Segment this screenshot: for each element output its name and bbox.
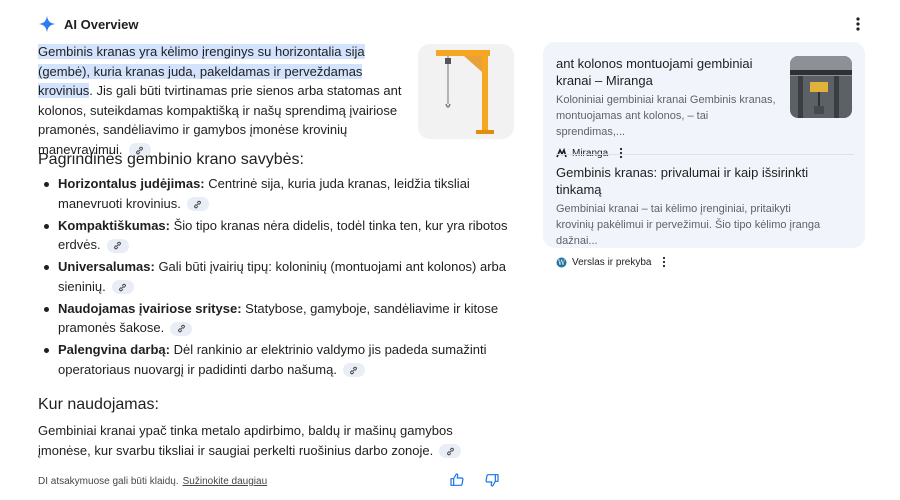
list-item: Palengvina darbą: Dėl rankinio ar elektr… [38, 340, 516, 379]
bullet [44, 348, 49, 353]
thumbs-down-icon[interactable] [484, 472, 500, 488]
sparkle-icon [38, 15, 56, 33]
list-item: Horizontalus judėjimas: Centrinė sija, k… [38, 174, 516, 213]
list-item: Naudojamas įvairiose srityse: Statybose,… [38, 299, 516, 338]
source-site: W Verslas ir prekyba [556, 256, 854, 268]
source-title[interactable]: ant kolonos montuojami gembiniai kranai … [556, 55, 778, 89]
thumbs-up-icon[interactable] [449, 472, 465, 488]
list-item: Kompaktiškumas: Šio tipo kranas nėra did… [38, 216, 516, 255]
source-snippet: Gembiniai kranai – tai kėlimo įrenginiai… [556, 203, 821, 247]
features-list: Horizontalus judėjimas: Centrinė sija, k… [38, 174, 516, 382]
bullet [44, 306, 49, 312]
feature-term: Naudojamas įvairiose srityse: [58, 300, 242, 316]
jib-crane-image [436, 50, 494, 134]
source-site-name: Miranga [572, 147, 609, 159]
crane-image-thumbnail[interactable] [418, 44, 514, 139]
source-site-name: Verslas ir prekyba [572, 256, 652, 268]
bullet [44, 265, 49, 270]
citation-link-chip[interactable] [111, 280, 134, 295]
link-icon [350, 366, 358, 374]
citation-link-chip[interactable] [186, 197, 209, 212]
intro-paragraph: Gembinis kranas yra kėlimo įrenginys su … [38, 42, 403, 159]
feature-term: Universalumas: [58, 259, 155, 274]
source-card[interactable]: Gembinis kranas: privalumai ir kaip išsi… [556, 164, 854, 268]
feature-term: Palengvina darbą: [58, 342, 170, 357]
intro-rest: . Jis gali būti tvirtinamas prie sienos … [38, 83, 402, 157]
feature-term: Kompaktiškumas: [58, 217, 170, 233]
features-heading: Pagrindinės gembinio krano savybės: [38, 151, 304, 168]
learn-more-link[interactable]: Sužinokite daugiau [183, 476, 268, 487]
link-icon [446, 447, 454, 455]
list-item: Universalumas: Gali būti įvairių tipų: k… [38, 257, 516, 296]
ai-overview-header: AI Overview [38, 14, 138, 34]
feature-term: Horizontalus judėjimas: [58, 176, 205, 191]
sources-panel: ant kolonos montuojami gembiniai kranai … [543, 42, 865, 268]
citation-link-chip[interactable] [439, 444, 462, 459]
usage-paragraph: Gembiniai kranai ypač tinka metalo apdir… [38, 421, 508, 460]
disclaimer-footer: DI atsakymuose gali būti klaidų. Sužinok… [38, 476, 267, 487]
usage-text: Gembiniai kranai ypač tinka metalo apdir… [38, 423, 453, 458]
ai-overview-title: AI Overview [64, 16, 139, 32]
link-icon [114, 241, 122, 250]
source-title[interactable]: Gembinis kranas: privalumai ir kaip išsi… [556, 164, 854, 198]
divider [556, 154, 854, 155]
link-icon [177, 324, 185, 333]
more-vert-icon[interactable] [616, 147, 626, 159]
link-icon [119, 283, 127, 291]
bullet [44, 182, 49, 187]
source-thumbnail[interactable] [790, 56, 852, 118]
citation-link-chip[interactable] [170, 321, 193, 336]
disclaimer-text: DI atsakymuose gali būti klaidų. [38, 476, 179, 487]
svg-text:W: W [558, 259, 566, 267]
more-vert-icon[interactable] [850, 15, 866, 33]
miranga-logo-icon [556, 147, 567, 157]
usage-heading: Kur naudojamas: [38, 396, 159, 413]
bullet [44, 223, 49, 229]
more-vert-icon[interactable] [659, 256, 669, 268]
wordpress-icon: W [556, 257, 567, 267]
citation-link-chip[interactable] [106, 238, 129, 253]
source-snippet: Koloniniai gembiniai kranai Gembinis kra… [556, 94, 776, 138]
link-icon [194, 200, 202, 208]
source-site: Miranga [556, 147, 854, 159]
citation-link-chip[interactable] [342, 363, 365, 378]
crane-photo [790, 56, 852, 118]
